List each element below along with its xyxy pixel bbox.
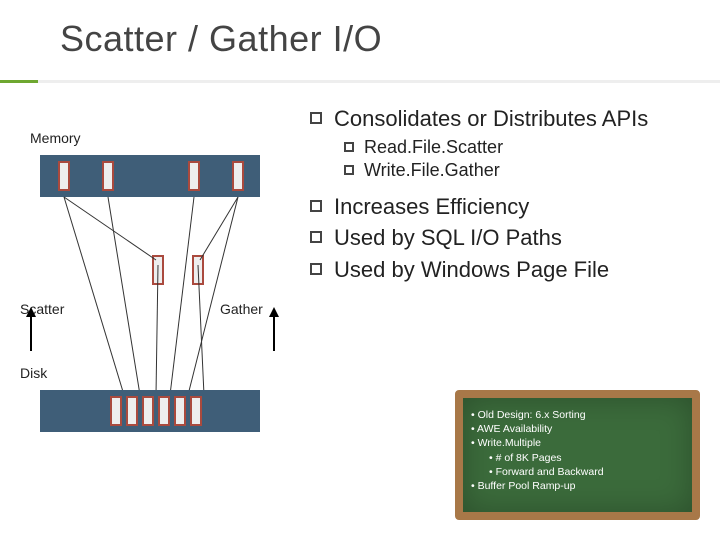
disk-segment bbox=[142, 396, 154, 426]
accent-bar bbox=[0, 80, 720, 83]
gather-arrow-head bbox=[269, 307, 279, 317]
sub-bullet-text: Read.File.Scatter bbox=[364, 137, 503, 158]
slide-root: Scatter / Gather I/O Memory Scatter Gath… bbox=[0, 0, 720, 540]
note-line: • Old Design: 6.x Sorting bbox=[471, 408, 684, 422]
bullet-marker-icon bbox=[310, 112, 322, 124]
note-line: • Forward and Backward bbox=[489, 465, 684, 479]
chalkboard-content: • Old Design: 6.x Sorting • AWE Availabi… bbox=[463, 398, 692, 512]
bullet-item: Increases Efficiency bbox=[310, 193, 705, 221]
scatter-arrow-head bbox=[26, 307, 36, 317]
bullet-text: Used by SQL I/O Paths bbox=[334, 224, 562, 252]
note-line: • AWE Availability bbox=[471, 422, 684, 436]
disk-block bbox=[40, 390, 260, 432]
note-line: • Buffer Pool Ramp-up bbox=[471, 479, 684, 493]
gather-arrow-line bbox=[273, 315, 275, 351]
disk-segment bbox=[126, 396, 138, 426]
bullet-item: Used by Windows Page File bbox=[310, 256, 705, 284]
gather-label: Gather bbox=[220, 301, 263, 317]
bullet-marker-icon bbox=[310, 200, 322, 212]
bullet-text: Increases Efficiency bbox=[334, 193, 529, 221]
note-line: • Write.Multiple bbox=[471, 436, 684, 450]
bullet-item: Consolidates or Distributes APIs bbox=[310, 105, 705, 133]
sub-bullet-text: Write.File.Gather bbox=[364, 160, 500, 181]
chalkboard-note: • Old Design: 6.x Sorting • AWE Availabi… bbox=[455, 390, 700, 520]
sub-bullet-item: Read.File.Scatter bbox=[344, 137, 705, 158]
disk-segment bbox=[110, 396, 122, 426]
slide-title: Scatter / Gather I/O bbox=[60, 18, 382, 60]
bullet-marker-icon bbox=[310, 263, 322, 275]
bullet-marker-icon bbox=[344, 165, 354, 175]
disk-segment bbox=[174, 396, 186, 426]
bullet-text: Used by Windows Page File bbox=[334, 256, 609, 284]
sub-bullet-item: Write.File.Gather bbox=[344, 160, 705, 181]
bullet-text: Consolidates or Distributes APIs bbox=[334, 105, 648, 133]
note-line: • # of 8K Pages bbox=[489, 451, 684, 465]
bullet-list: Consolidates or Distributes APIs Read.Fi… bbox=[310, 105, 705, 287]
bullet-marker-icon bbox=[344, 142, 354, 152]
connection-lines bbox=[40, 155, 280, 415]
disk-segment bbox=[190, 396, 202, 426]
scatter-arrow-line bbox=[30, 315, 32, 351]
disk-label: Disk bbox=[20, 365, 47, 381]
memory-label: Memory bbox=[30, 130, 81, 146]
bullet-marker-icon bbox=[310, 231, 322, 243]
bullet-item: Used by SQL I/O Paths bbox=[310, 224, 705, 252]
diagram-area: Memory Scatter Gather Disk bbox=[20, 105, 290, 485]
disk-segment bbox=[158, 396, 170, 426]
